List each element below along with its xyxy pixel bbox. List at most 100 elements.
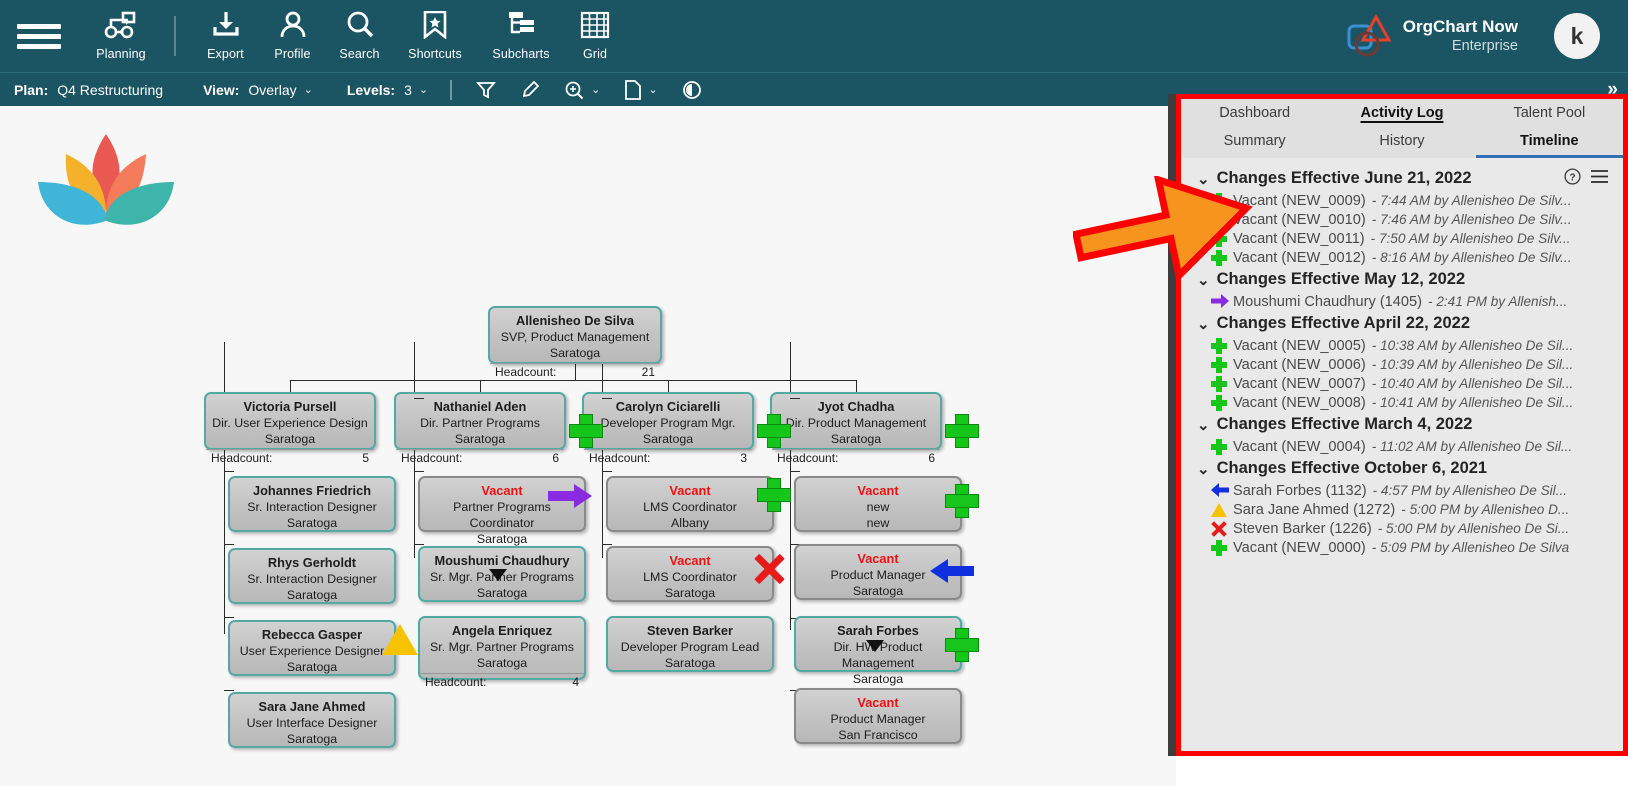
org-node-col3-2[interactable]: Steven Barker Developer Program Lead Sar… [606,616,774,672]
event-subject: Sara Jane Ahmed (1272) [1233,501,1396,518]
tab-timeline[interactable]: Timeline [1475,127,1623,158]
node-name: Jyot Chadha [817,399,895,414]
connector [290,380,856,381]
node-name: Vacant [669,553,711,568]
levels-chevron-down-icon[interactable]: ⌄ [419,83,428,96]
event-meta: - 5:00 PM by Allenisheo De Si... [1377,521,1570,536]
timeline-event[interactable]: Vacant (NEW_0000) - 5:09 PM by Allenishe… [1181,538,1623,557]
timeline-event[interactable]: Sara Jane Ahmed (1272) - 5:00 PM by Alle… [1181,500,1623,519]
page-chevron-down-icon[interactable]: ⌄ [648,83,657,96]
x-icon [1211,521,1227,537]
org-node-root[interactable]: Allenisheo De Silva SVP, Product Managem… [488,306,662,379]
triangle-icon [1211,502,1227,517]
toolbar-button-grid[interactable]: Grid [565,0,625,72]
brand-area: OrgChart Now Enterprise [1345,0,1518,72]
timeline-event[interactable]: Vacant (NEW_0004) - 11:02 AM by Allenish… [1181,437,1623,456]
node-name: Victoria Pursell [243,399,337,414]
timeline-event[interactable]: Steven Barker (1226) - 5:00 PM by Alleni… [1181,519,1623,538]
chevron-down-icon[interactable]: ⌄ [1197,460,1210,478]
view-value[interactable]: Overlay [248,82,296,98]
download-icon [211,11,241,44]
expand-caret-icon[interactable] [866,640,884,652]
org-node-col4-0[interactable]: Vacant new new [794,476,962,532]
timeline-event[interactable]: Vacant (NEW_0007) - 10:40 AM by Allenish… [1181,374,1623,393]
connector [790,471,800,472]
node-title: Sr. Interaction Designer [247,500,377,514]
hamburger-menu-icon[interactable] [0,0,78,72]
org-node-col1-0[interactable]: Johannes Friedrich Sr. Interaction Desig… [228,476,396,532]
org-node-level2-2[interactable]: Carolyn Ciciarelli Developer Program Mgr… [582,392,754,465]
list-menu-icon[interactable] [1590,169,1609,189]
chevron-down-icon[interactable]: ⌄ [1197,315,1210,333]
org-node-col2-2[interactable]: Angela Enriquez Sr. Mgr. Partner Program… [418,616,586,689]
user-avatar[interactable]: k [1554,13,1600,59]
org-chart-canvas[interactable]: Allenisheo De Silva SVP, Product Managem… [0,106,1176,786]
expand-caret-icon[interactable] [489,569,507,581]
headcount-label: Headcount: [425,675,487,689]
timeline-event[interactable]: Moushumi Chaudhury (1405) - 2:41 PM by A… [1181,292,1623,311]
org-node-level2-0[interactable]: Victoria Pursell Dir. User Experience De… [204,392,376,465]
org-node-col3-0[interactable]: Vacant LMS Coordinator Albany [606,476,774,532]
brand-title: OrgChart Now [1402,17,1518,36]
toolbar-label-export: Export [207,47,244,61]
headcount-value: 6 [552,451,559,465]
org-node-level2-1[interactable]: Nathaniel Aden Dir. Partner Programs Sar… [394,392,566,465]
visibility-icon[interactable] [682,80,702,100]
toolbar-button-subcharts[interactable]: Subcharts [477,0,565,72]
event-subject: Vacant (NEW_0000) [1233,539,1366,556]
tab-history[interactable]: History [1328,127,1475,158]
node-location: Saratoga [286,588,338,602]
toolbar-button-shortcuts[interactable]: Shortcuts [393,0,477,72]
org-node-col1-3[interactable]: Sara Jane Ahmed User Interface Designer … [228,692,396,748]
highlighter-icon[interactable] [520,80,540,100]
timeline-group-header[interactable]: ⌄ Changes Effective April 22, 2022 [1181,311,1623,336]
chevron-down-icon[interactable]: ⌄ [1197,416,1210,434]
node-title: User Interface Designer [246,716,378,730]
toolbar-button-profile[interactable]: Profile [259,0,326,72]
zoom-in-icon[interactable] [564,80,584,100]
page-icon[interactable] [624,79,642,100]
tab-dashboard[interactable]: Dashboard [1181,99,1328,127]
timeline-group-header[interactable]: ⌄ Changes Effective October 6, 2021 [1181,456,1623,481]
timeline-group-header[interactable]: ⌄ Changes Effective March 4, 2022 [1181,412,1623,437]
timeline-event[interactable]: Vacant (NEW_0006) - 10:39 AM by Allenish… [1181,355,1623,374]
node-title: Sr. Mgr. Partner Programs [430,640,574,654]
org-node-col3-1[interactable]: Vacant LMS Coordinator Saratoga [606,546,774,602]
levels-value[interactable]: 3 [404,82,412,98]
timeline-event[interactable]: Vacant (NEW_0008) - 10:41 AM by Allenish… [1181,393,1623,412]
timeline-group-title: Changes Effective May 12, 2022 [1216,270,1466,288]
node-name: Vacant [669,483,711,498]
node-location: Saratoga [286,516,338,530]
org-node-col1-2[interactable]: Rebecca Gasper User Experience Designer … [228,620,396,676]
tab-summary[interactable]: Summary [1181,127,1328,158]
org-node-level2-3[interactable]: Jyot Chadha Dir. Product Management Sara… [770,392,942,465]
added-marker-plus-icon [944,483,979,518]
plus-icon [1211,394,1227,411]
levels-label: Levels: [346,81,396,98]
filter-icon[interactable] [476,80,497,100]
event-subject: Moushumi Chaudhury (1405) [1233,293,1423,310]
help-circle-icon[interactable]: ? [1564,167,1581,190]
toolbar-button-planning[interactable]: Planning [78,0,164,72]
view-chevron-down-icon[interactable]: ⌄ [304,83,313,96]
event-subject: Vacant (NEW_0006) [1233,356,1366,373]
org-node-col4-3[interactable]: Vacant Product Manager San Francisco [794,688,962,744]
zoom-chevron-down-icon[interactable]: ⌄ [591,83,600,96]
event-meta: - 10:38 AM by Allenisheo De Sil... [1371,338,1574,353]
timeline-event[interactable]: Sarah Forbes (1132) - 4:57 PM by Allenis… [1181,481,1623,500]
plan-value[interactable]: Q4 Restructuring [57,82,163,98]
tab-activity-log[interactable]: Activity Log [1328,99,1475,127]
timeline-group-title: Changes Effective April 22, 2022 [1216,314,1470,332]
toolbar-label-planning: Planning [96,47,146,61]
event-meta: - 8:16 AM by Allenisheo De Silv... [1371,250,1572,265]
event-subject: Vacant (NEW_0005) [1233,337,1366,354]
toolbar-button-search[interactable]: Search [326,0,393,72]
event-meta: - 7:44 AM by Allenisheo De Silv... [1371,193,1572,208]
node-title: Dir. Partner Programs [420,416,540,430]
tab-talent-pool[interactable]: Talent Pool [1476,99,1623,127]
org-node-col1-1[interactable]: Rhys Gerholdt Sr. Interaction Designer S… [228,548,396,604]
timeline-group-title: Changes Effective October 6, 2021 [1216,459,1488,477]
timeline-event[interactable]: Vacant (NEW_0005) - 10:38 AM by Allenish… [1181,336,1623,355]
connector [224,342,225,634]
toolbar-button-export[interactable]: Export [192,0,259,72]
